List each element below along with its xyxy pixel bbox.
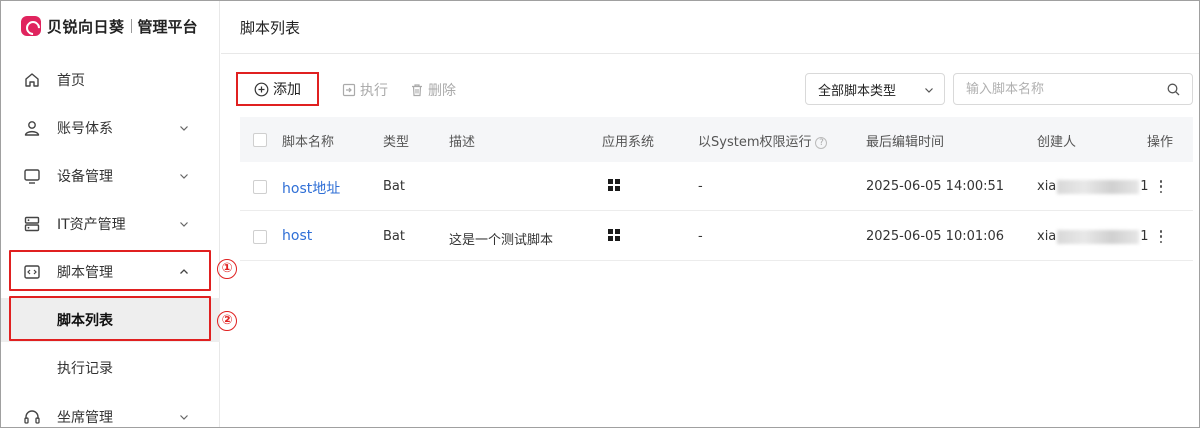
chevron-down-icon [180, 415, 188, 420]
redacted-blur [1057, 179, 1140, 194]
sidebar: 贝锐向日葵 管理平台 首页 账号体系 设备管理 IT资产管理 脚本管理 脚本列表… [1, 1, 220, 427]
sidebar-item-label: 设备管理 [57, 169, 113, 185]
monitor-icon [24, 169, 40, 184]
script-name-link[interactable]: host [282, 228, 312, 244]
script-type-select[interactable]: 全部脚本类型 [805, 73, 945, 105]
brand-subtitle: 管理平台 [137, 17, 198, 36]
column-header-run-as-system: 以System权限运行? [698, 131, 828, 150]
chevron-down-icon [925, 88, 933, 93]
table-row: host Bat 这是一个测试脚本 - 2025-06-05 10:01:06 … [240, 212, 1193, 261]
brand-logo[interactable]: 贝锐向日葵 管理平台 [21, 15, 198, 37]
more-actions-icon[interactable] [1159, 230, 1163, 244]
creator-prefix: xia [1037, 179, 1057, 194]
page-title: 脚本列表 [240, 19, 301, 37]
sidebar-item-accounts[interactable]: 账号体系 [1, 108, 220, 148]
row-checkbox[interactable] [253, 180, 267, 194]
column-header-name: 脚本名称 [282, 135, 335, 150]
sidebar-item-label: 首页 [57, 73, 85, 89]
windows-icon [608, 229, 620, 241]
add-button[interactable]: 添加 [236, 72, 319, 106]
last-edited-time: 2025-06-05 14:00:51 [866, 179, 1005, 194]
trash-icon [412, 84, 422, 97]
sidebar-item-label: 执行记录 [57, 361, 113, 377]
run-as-system-value: - [698, 229, 703, 244]
last-edited-time: 2025-06-05 10:01:06 [866, 229, 1005, 244]
column-header-os: 应用系统 [602, 135, 655, 150]
script-type: Bat [383, 229, 405, 244]
sidebar-item-seat-management[interactable]: 坐席管理 [1, 397, 220, 428]
script-description: 这是一个测试脚本 [449, 233, 554, 248]
plus-circle-icon [254, 82, 269, 96]
sidebar-item-devices[interactable]: 设备管理 [1, 156, 220, 196]
more-actions-icon[interactable] [1159, 180, 1163, 194]
step-2-badge: ② [217, 311, 237, 331]
help-icon[interactable]: ? [815, 137, 828, 149]
column-header-last-edited: 最后编辑时间 [866, 135, 945, 150]
search-icon[interactable] [1167, 83, 1180, 96]
table-row: host地址 Bat - 2025-06-05 14:00:51 xia 1 [240, 162, 1193, 211]
headset-icon [24, 410, 40, 424]
highlight-box-step-2 [9, 296, 211, 341]
creator: xia 1 [1037, 229, 1149, 244]
highlight-box-step-1 [9, 250, 211, 291]
script-name-link[interactable]: host地址 [282, 178, 340, 198]
execute-icon [342, 83, 356, 97]
sidebar-item-label: IT资产管理 [57, 217, 126, 233]
creator-suffix: 1 [1140, 229, 1149, 244]
redacted-blur [1057, 229, 1140, 244]
script-search-box [953, 73, 1193, 105]
home-icon [25, 73, 39, 87]
sidebar-item-home[interactable]: 首页 [1, 60, 220, 100]
chevron-down-icon [180, 126, 188, 131]
column-header-description: 描述 [449, 135, 476, 150]
script-type-select-value: 全部脚本类型 [818, 83, 897, 99]
chevron-down-icon [180, 222, 188, 227]
windows-icon [608, 179, 620, 191]
creator-prefix: xia [1037, 229, 1057, 244]
script-search-input[interactable] [966, 80, 1156, 98]
column-header-creator: 创建人 [1037, 135, 1077, 150]
column-header-label: 以System权限运行 [698, 135, 812, 150]
script-type: Bat [383, 179, 405, 194]
page-header: 脚本列表 [221, 1, 1199, 54]
row-checkbox[interactable] [253, 230, 267, 244]
brand-name: 贝锐向日葵 [47, 17, 125, 36]
select-all-checkbox[interactable] [253, 133, 267, 147]
user-icon [24, 121, 40, 136]
creator: xia 1 [1037, 179, 1149, 194]
sidebar-item-it-assets[interactable]: IT资产管理 [1, 204, 220, 244]
run-as-system-value: - [698, 179, 703, 194]
execute-button-label: 执行 [360, 83, 388, 99]
chevron-down-icon [180, 174, 188, 179]
sidebar-item-execution-log[interactable]: 执行记录 [1, 348, 220, 388]
server-icon [24, 216, 40, 232]
delete-button-label: 删除 [428, 83, 456, 99]
table-header: 脚本名称 类型 描述 应用系统 以System权限运行? 最后编辑时间 创建人 … [240, 117, 1193, 162]
column-header-actions: 操作 [1147, 135, 1174, 150]
sidebar-item-label: 账号体系 [57, 121, 113, 137]
sidebar-item-label: 坐席管理 [57, 410, 113, 426]
delete-button[interactable]: 删除 [410, 80, 456, 100]
brand-divider [130, 19, 132, 33]
creator-suffix: 1 [1140, 179, 1149, 194]
sunlogin-logo-icon [21, 16, 41, 36]
column-header-type: 类型 [383, 135, 410, 150]
add-button-label: 添加 [273, 82, 301, 98]
execute-button[interactable]: 执行 [342, 80, 388, 100]
step-1-badge: ① [217, 259, 237, 279]
